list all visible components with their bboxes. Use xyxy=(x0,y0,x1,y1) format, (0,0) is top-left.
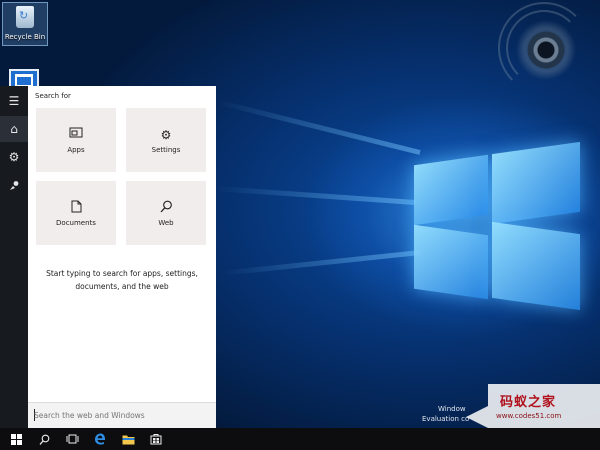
light-beam xyxy=(215,186,416,205)
apps-icon xyxy=(69,127,83,143)
tile-label: Documents xyxy=(56,218,96,227)
task-view-icon[interactable] xyxy=(58,428,86,450)
search-for-heading: Search for xyxy=(35,92,71,100)
hamburger-menu-icon[interactable]: ☰ xyxy=(0,88,28,114)
tile-settings[interactable]: ⚙ Settings xyxy=(126,108,206,172)
tile-label: Settings xyxy=(151,145,181,154)
bin-icon xyxy=(16,6,34,28)
light-beam xyxy=(215,99,421,155)
tile-documents[interactable]: Documents xyxy=(36,181,116,245)
tile-label: Apps xyxy=(67,145,85,154)
search-input[interactable] xyxy=(34,408,204,422)
search-hint-text: Start typing to search for apps, setting… xyxy=(46,269,198,291)
recycle-bin-icon[interactable]: Recycle Bin xyxy=(2,2,48,46)
edge-browser-icon[interactable] xyxy=(86,428,114,450)
store-icon[interactable] xyxy=(142,428,170,450)
windows-start-icon[interactable] xyxy=(2,428,30,450)
tile-web[interactable]: Web xyxy=(126,181,206,245)
file-explorer-icon[interactable] xyxy=(114,428,142,450)
taskbar xyxy=(0,428,600,450)
site-watermark: 码蚁之家 www.codes51.com xyxy=(488,384,600,428)
document-icon xyxy=(71,200,82,216)
evaluation-line-1: Window xyxy=(438,405,466,413)
evaluation-text: Window Evaluation co xyxy=(422,404,469,424)
web-search-icon xyxy=(160,200,173,216)
tile-label: Web xyxy=(158,218,174,227)
watermark-arrow xyxy=(466,406,488,428)
start-rail: ☰ ⌂ ⚙ xyxy=(0,86,28,428)
recycle-bin-label: Recycle Bin xyxy=(4,33,46,41)
watermark-title: 码蚁之家 xyxy=(500,395,557,410)
light-beam xyxy=(220,250,421,276)
tile-apps[interactable]: Apps xyxy=(36,108,116,172)
settings-gear-icon: ⚙ xyxy=(160,127,172,142)
windows-logo xyxy=(412,130,584,322)
settings-gear-icon[interactable]: ⚙ xyxy=(0,144,28,170)
search-icon[interactable] xyxy=(30,428,58,450)
search-panel: Search for Apps ⚙ Settings Documents Web… xyxy=(28,86,216,429)
evaluation-line-2: Evaluation co xyxy=(422,415,470,423)
feedback-icon[interactable] xyxy=(0,172,28,198)
watermark-url: www.codes51.com xyxy=(496,412,562,420)
home-icon[interactable]: ⌂ xyxy=(0,116,28,142)
webcam-icon xyxy=(498,2,590,94)
search-box[interactable] xyxy=(28,402,216,429)
